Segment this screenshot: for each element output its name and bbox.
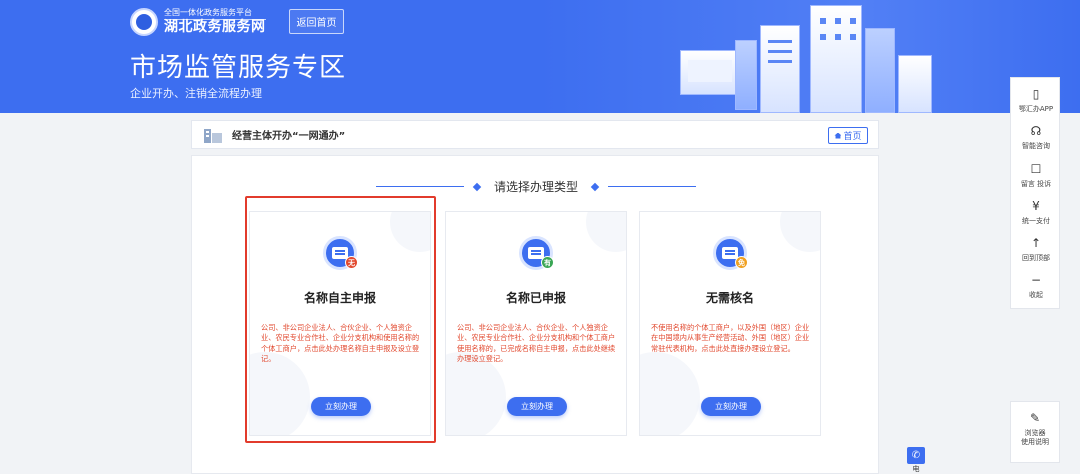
- float-label: 收起: [1029, 291, 1043, 299]
- document-icon: 免: [713, 236, 748, 270]
- collapse-icon: −: [1030, 273, 1042, 287]
- yen-icon: ¥: [1032, 199, 1040, 213]
- badge-exempt: 免: [735, 256, 748, 269]
- city-illustration: [660, 0, 940, 113]
- home-icon: [834, 132, 842, 139]
- card-description: 公司、非公司企业法人、合伙企业、个人独资企业、农民专业合作社、企业分支机构和个体…: [457, 323, 616, 364]
- header-banner: 全国一体化政务服务平台 湖北政务服务网 返回首页 市场监管服务专区 企业开办、注…: [0, 0, 1080, 113]
- building-icon: [204, 127, 222, 143]
- card-no-name-check[interactable]: 免 无需核名 不使用名称的个体工商户，以及外国（地区）企业在中国境内从事生产经营…: [639, 211, 821, 436]
- back-home-button[interactable]: 返回首页: [289, 9, 344, 34]
- breadcrumb: 经营主体开办“一网通办”: [232, 131, 346, 142]
- back-to-top-item[interactable]: ↑ 回到顶部: [1011, 235, 1061, 273]
- collapse-item[interactable]: − 收起: [1011, 272, 1061, 310]
- message-icon: ☐: [1030, 162, 1042, 176]
- card-description: 不使用名称的个体工商户，以及外国（地区）企业在中国境内从事生产经营活动、外国（地…: [651, 323, 810, 353]
- payment-item[interactable]: ¥ 统一支付: [1011, 198, 1061, 236]
- arrow-up-icon: ↑: [1030, 236, 1042, 250]
- float-label: 回到顶部: [1022, 254, 1050, 262]
- page-title: 市场监管服务专区: [130, 53, 347, 83]
- document-icon: 有: [519, 236, 554, 270]
- float-label: 留言 投诉: [1020, 180, 1052, 188]
- apply-now-button[interactable]: 立刻办理: [701, 397, 761, 416]
- breadcrumb-bar: 经营主体开办“一网通办” 首页: [191, 120, 879, 149]
- help-label-line2: 使用说明: [1021, 438, 1049, 447]
- telephone-icon: ✆: [907, 447, 925, 464]
- floating-toolbar: ▯ 鄂汇办APP ☊ 智能咨询 ☐ 留言 投诉 ¥ 统一支付 ↑ 回到顶部 − …: [1010, 77, 1060, 309]
- smart-consult-item[interactable]: ☊ 智能咨询: [1011, 123, 1061, 161]
- float-label: 智能咨询: [1022, 142, 1050, 150]
- float-label: 统一支付: [1022, 217, 1050, 225]
- browser-guide-button[interactable]: ✎ 浏览器 使用说明: [1010, 401, 1060, 463]
- page-subtitle: 企业开办、注销全流程办理: [130, 87, 262, 100]
- card-title: 名称已申报: [505, 291, 566, 305]
- phone-tab-label: 电: [912, 465, 920, 473]
- site-logo[interactable]: 全国一体化政务服务平台 湖北政务服务网: [130, 8, 266, 36]
- emblem-icon: [130, 8, 158, 36]
- diamond-icon: [472, 182, 482, 191]
- diamond-icon: [590, 182, 600, 191]
- site-name: 湖北政务服务网: [164, 18, 266, 35]
- home-button-label: 首页: [843, 132, 862, 142]
- pen-icon: ✎: [1029, 411, 1041, 425]
- apply-now-button[interactable]: 立刻办理: [507, 397, 567, 416]
- badge-has: 有: [541, 256, 554, 269]
- help-label-line1: 浏览器: [1024, 429, 1046, 437]
- card-title: 无需核名: [705, 291, 754, 305]
- selection-highlight: [245, 196, 436, 443]
- phone-service-tab[interactable]: ✆ 电: [907, 447, 925, 474]
- float-label: 鄂汇办APP: [1018, 105, 1054, 113]
- section-title: 请选择办理类型: [493, 180, 578, 194]
- card-name-declared[interactable]: 有 名称已申报 公司、非公司企业法人、合伙企业、个人独资企业、农民专业合作社、企…: [445, 211, 627, 436]
- app-download-item[interactable]: ▯ 鄂汇办APP: [1011, 86, 1061, 124]
- headset-icon: ☊: [1030, 124, 1042, 138]
- feedback-item[interactable]: ☐ 留言 投诉: [1011, 161, 1061, 199]
- section-heading: 请选择办理类型: [192, 178, 880, 195]
- phone-icon: ▯: [1032, 87, 1040, 101]
- home-button[interactable]: 首页: [828, 127, 868, 144]
